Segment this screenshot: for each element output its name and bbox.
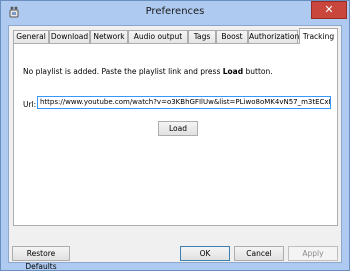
tracking-panel: No playlist is added. Paste the playlist… xyxy=(13,43,338,226)
dialog-client-area: General Download Network Audio output Ta… xyxy=(8,25,342,271)
window-title: Preferences xyxy=(145,6,205,17)
tab-tracking[interactable]: Tracking xyxy=(299,28,338,44)
url-input[interactable]: https://www.youtube.com/watch?v=o3KBhGFI… xyxy=(37,96,331,109)
load-button[interactable]: Load xyxy=(158,121,198,136)
playlist-message: No playlist is added. Paste the playlist… xyxy=(23,67,273,76)
tab-authorization[interactable]: Authorization xyxy=(248,30,299,43)
ok-button[interactable]: OK xyxy=(180,246,230,261)
message-text: No playlist is added. Paste the playlist… xyxy=(23,67,223,76)
tab-network[interactable]: Network xyxy=(90,30,128,43)
tab-tags[interactable]: Tags xyxy=(188,30,216,43)
tab-boost[interactable]: Boost xyxy=(216,30,248,43)
tab-general[interactable]: General xyxy=(13,30,49,43)
message-load-keyword: Load xyxy=(222,67,244,76)
message-suffix: button. xyxy=(243,67,273,76)
cancel-button[interactable]: Cancel xyxy=(234,246,284,261)
url-label: Url: xyxy=(23,100,37,109)
tab-bar: General Download Network Audio output Ta… xyxy=(13,28,339,44)
tab-audio-output[interactable]: Audio output xyxy=(128,30,188,43)
tab-download[interactable]: Download xyxy=(49,30,90,43)
close-button[interactable]: ✕ xyxy=(311,1,347,19)
apply-button[interactable]: Apply xyxy=(288,246,338,261)
title-bar[interactable]: Preferences ✕ xyxy=(1,1,349,25)
preferences-window: Preferences ✕ General Download Network A… xyxy=(0,0,350,271)
restore-defaults-button[interactable]: Restore Defaults xyxy=(12,246,70,271)
